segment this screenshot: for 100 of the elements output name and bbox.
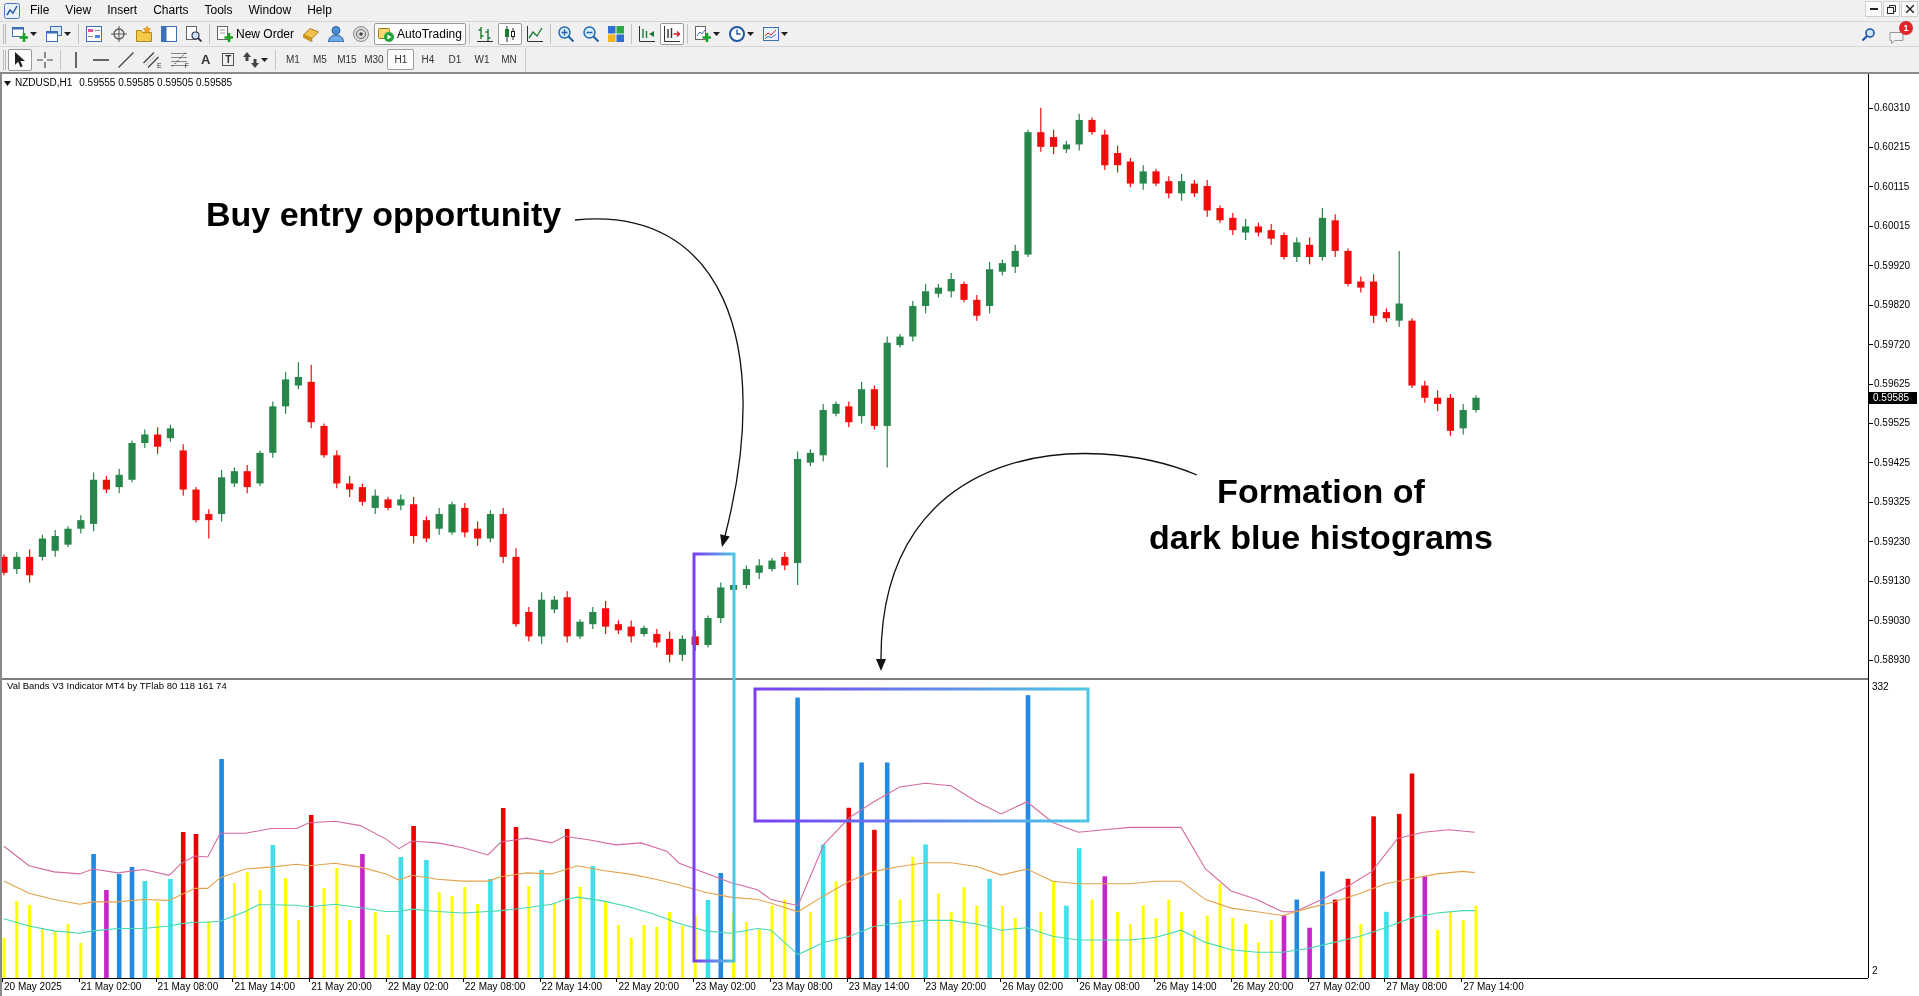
chat-icon: [1889, 31, 1904, 44]
minimize-icon: [1869, 8, 1878, 10]
folder-star-icon: [136, 26, 152, 42]
crosshair-icon: [37, 51, 53, 68]
list-window-icon: [86, 26, 102, 42]
current-price-label: 0.59585: [1869, 392, 1917, 404]
price-label: 0.59030: [1874, 614, 1911, 627]
document-plus-icon: [217, 26, 233, 42]
channel-icon: [143, 51, 159, 68]
price-label: 0.60115: [1874, 180, 1910, 193]
price-label: 0.59720: [1874, 338, 1911, 351]
trend-line-icon: [118, 51, 134, 68]
auto-trading-button[interactable]: AutoTrading: [374, 23, 466, 45]
timeframe-button[interactable]: M1: [279, 49, 307, 70]
template-icon: [762, 26, 779, 42]
time-label: 20 May 2025: [4, 981, 62, 993]
price-label: 0.60310: [1874, 102, 1911, 114]
time-label: 26 May 20:00: [1232, 981, 1294, 993]
zoom-out-icon: [582, 26, 599, 42]
timeframe-button[interactable]: H4: [414, 49, 442, 70]
time-label: 26 May 08:00: [1079, 981, 1140, 993]
price-label: 0.60015: [1874, 220, 1911, 233]
timeframe-button[interactable]: W1: [468, 49, 496, 70]
signal-icon: [353, 26, 369, 42]
menu-item[interactable]: Help: [299, 0, 340, 21]
price-label: 0.60215: [1874, 141, 1911, 154]
time-label: 22 May 20:00: [618, 981, 679, 993]
menu-item[interactable]: Insert: [99, 0, 146, 21]
time-label: 26 May 14:00: [1155, 981, 1217, 993]
time-label: 21 May 14:00: [234, 981, 295, 993]
timeframe-button[interactable]: M15: [333, 49, 361, 70]
fibonacci-icon: [170, 51, 187, 68]
time-label: 23 May 20:00: [925, 981, 987, 993]
time-label: 21 May 20:00: [311, 981, 372, 993]
crosshair-circle-icon: [111, 26, 127, 42]
document-magnifier-icon: [186, 26, 202, 42]
candlesticks-button[interactable]: [497, 23, 522, 45]
timeframe-button[interactable]: MN: [495, 49, 523, 70]
time-label: 21 May 02:00: [80, 981, 142, 993]
restore-icon: [1887, 4, 1896, 14]
person-icon: [328, 26, 344, 42]
time-label: 22 May 02:00: [388, 981, 449, 993]
close-icon: [1905, 5, 1914, 13]
price-label: 0.59625: [1874, 378, 1911, 390]
time-label: 23 May 08:00: [771, 981, 833, 993]
price-label: 0.59920: [1874, 259, 1911, 272]
time-label: 22 May 08:00: [464, 981, 526, 993]
timeframe-button[interactable]: M30: [360, 49, 388, 70]
price-label: 0.58930: [1874, 654, 1911, 666]
timeframe-button[interactable]: M5: [306, 49, 334, 70]
auto-scroll-button[interactable]: [659, 23, 684, 45]
text-button[interactable]: A: [193, 48, 218, 71]
minimize-button[interactable]: [1865, 1, 1882, 17]
menu-item[interactable]: File: [22, 0, 58, 21]
price-label: 0.59820: [1874, 299, 1911, 312]
scale-label: 332: [1871, 681, 1889, 693]
messages-button[interactable]: 1: [1889, 24, 1911, 44]
horizontal-line-icon: [93, 58, 109, 61]
price-label: 0.59425: [1874, 456, 1911, 469]
time-label: 21 May 08:00: [157, 981, 219, 993]
search-icon: [1861, 27, 1875, 41]
scale-label: 2: [1871, 965, 1878, 977]
ingot-icon: [303, 26, 319, 42]
close-button[interactable]: [1901, 1, 1918, 17]
windows-icon: [46, 26, 62, 42]
cursor-button[interactable]: [8, 48, 32, 71]
chart-plus-icon: [694, 26, 711, 42]
panel-window-icon: [161, 26, 177, 42]
time-label: 27 May 02:00: [1309, 981, 1371, 993]
auto-scroll-icon: [663, 26, 680, 42]
price-label: 0.59525: [1874, 417, 1911, 430]
line-chart-icon: [526, 26, 543, 42]
new-order-button[interactable]: New Order: [213, 23, 298, 45]
price-label: 0.59130: [1874, 575, 1911, 588]
menu-item[interactable]: Tools: [196, 0, 241, 21]
menu-item[interactable]: Window: [240, 0, 300, 21]
time-label: 22 May 14:00: [541, 981, 603, 993]
price-label: 0.59325: [1874, 496, 1911, 509]
clock-icon: [728, 26, 745, 42]
bar-chart-icon: [476, 26, 493, 42]
time-label: 26 May 02:00: [1002, 981, 1063, 993]
tile-windows-icon: [607, 26, 624, 42]
zoom-in-icon: [557, 26, 574, 42]
chart-shift-icon: [638, 26, 655, 42]
label-button[interactable]: T: [218, 48, 239, 71]
arrows-icon: [243, 51, 260, 68]
timeframe-button[interactable]: D1: [441, 49, 469, 70]
time-label: 27 May 08:00: [1386, 981, 1447, 993]
timeframe-button[interactable]: H1: [387, 49, 415, 70]
time-label: 23 May 02:00: [695, 981, 756, 993]
vertical-line-icon: [75, 51, 77, 68]
time-label: 27 May 14:00: [1463, 981, 1524, 993]
window-plus-icon: [12, 26, 28, 42]
menu-item[interactable]: View: [57, 0, 100, 21]
restore-button[interactable]: [1883, 1, 1900, 17]
menu-item[interactable]: Charts: [145, 0, 197, 21]
time-label: 23 May 14:00: [848, 981, 910, 993]
price-label: 0.59230: [1874, 535, 1911, 548]
notification-badge: 1: [1899, 21, 1913, 35]
play-icon: [378, 26, 394, 42]
